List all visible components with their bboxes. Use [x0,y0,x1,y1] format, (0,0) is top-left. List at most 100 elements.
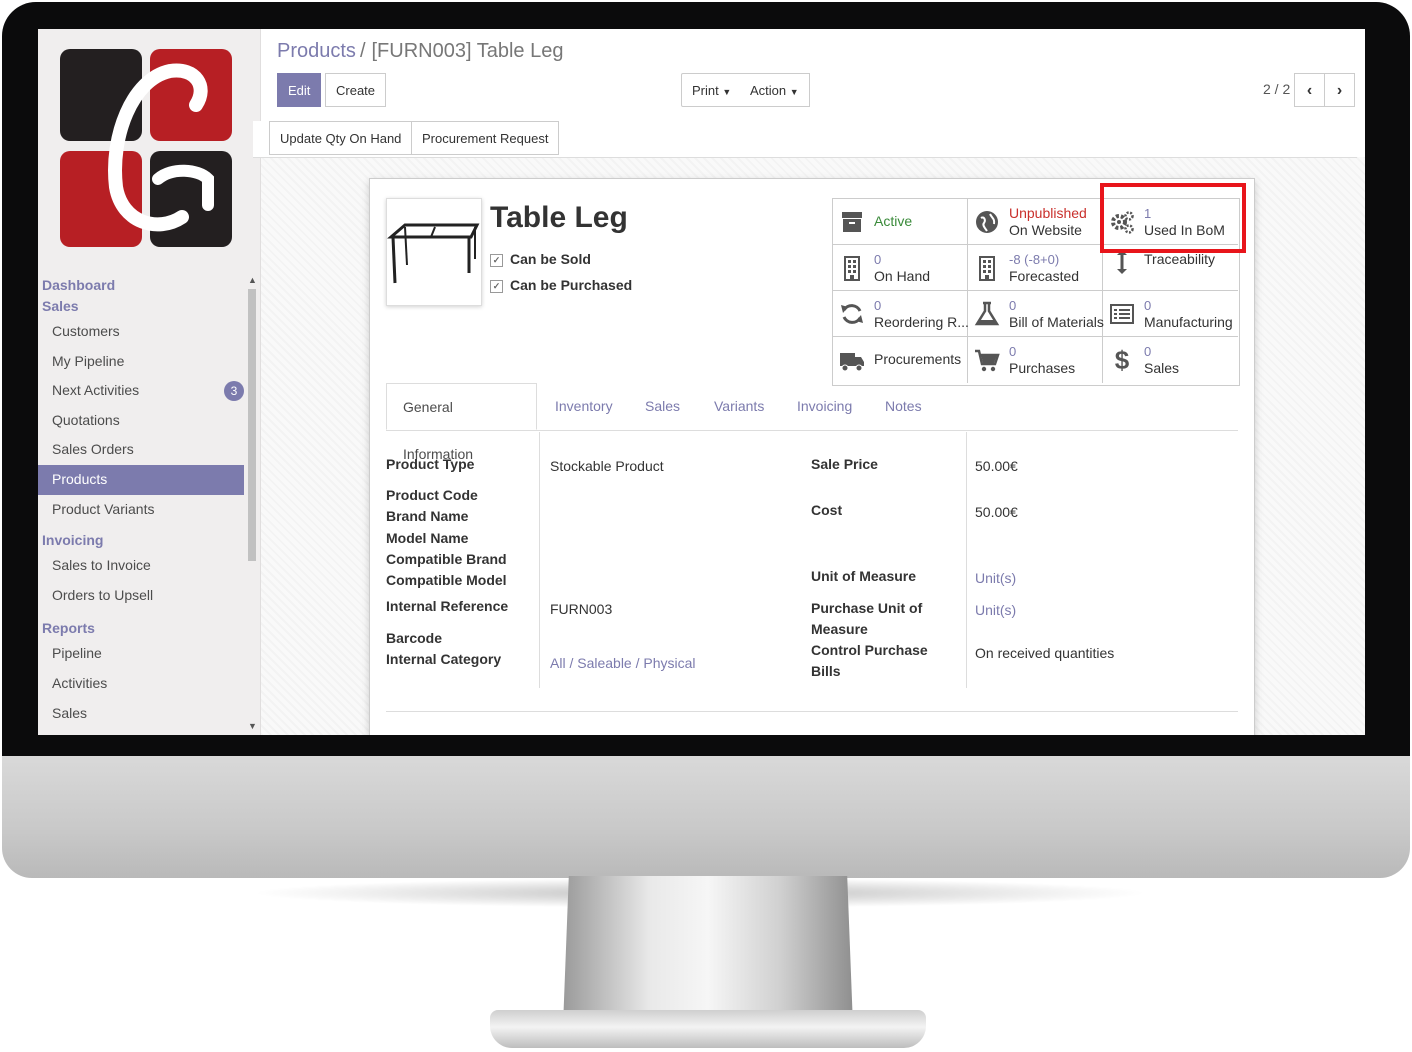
on-hand-value: 0 [874,252,882,267]
sidebar-scrollbar[interactable]: ▲ ▼ [246,275,258,735]
forecasted-label: Forecasted [1009,268,1080,284]
sidebar-item-sales-to-invoice[interactable]: Sales to Invoice [38,551,244,581]
pager-previous-button[interactable]: ‹ [1294,73,1325,107]
breadcrumb-products-link[interactable]: Products [277,40,356,62]
print-dropdown[interactable]: Print ▼ [681,73,743,107]
scrollbar-thumb[interactable] [248,289,256,561]
sales-value: 0 [1144,344,1152,359]
sidebar-section-invoicing[interactable]: Invoicing [38,530,244,551]
control-purchase-value[interactable]: On received quantities [975,645,1114,661]
create-button[interactable]: Create [325,73,387,107]
on-website-label: On Website [1009,222,1082,238]
edit-button[interactable]: Edit [277,73,322,107]
chevron-right-icon: › [1336,82,1343,99]
action-dropdown[interactable]: Action ▼ [740,73,810,107]
sidebar-item-sales-orders[interactable]: Sales Orders [38,435,244,465]
notebook-tabs: General Information Inventory Sales Vari… [386,383,1238,462]
sidebar-item-my-pipeline[interactable]: My Pipeline [38,347,244,377]
sidebar-item-products[interactable]: Products [38,464,244,495]
on-hand-label: On Hand [874,268,931,284]
purchase-uom-value[interactable]: Unit(s) [975,602,1016,618]
form-statusbar: Update Qty On Hand Procurement Request [253,121,1357,158]
product-image[interactable] [386,198,482,306]
pager-value: 2 / 2 [1263,81,1291,97]
bom-value: 0 [1009,298,1017,313]
tab-variants[interactable]: Variants [714,383,764,430]
reordering-rules-button[interactable]: 0 Reordering R... [833,291,969,337]
print-label: Print [692,83,719,98]
manufacturing-text: 0 Manufacturing [1144,297,1233,331]
internal-reference-value[interactable]: FURN003 [550,601,612,617]
sidebar-section-dashboard[interactable]: Dashboard [38,275,244,296]
breadcrumb-current: [FURN003] Table Leg [371,40,564,62]
product-name[interactable]: Table Leg [490,201,628,235]
sidebar-section-reports[interactable]: Reports [38,618,244,639]
tab-notes[interactable]: Notes [885,383,922,430]
tab-invoicing[interactable]: Invoicing [797,383,852,430]
manufacturing-button[interactable]: 0 Manufacturing [1103,291,1238,337]
update-qty-on-hand-button[interactable]: Update Qty On Hand [269,121,413,155]
purchases-value: 0 [1009,344,1017,359]
sidebar-item-sales-report[interactable]: Sales [38,699,244,729]
truck-icon [840,353,864,372]
can-be-sold-checkbox[interactable]: ✓ Can be Sold [490,251,591,267]
sidebar-item-pipeline[interactable]: Pipeline [38,639,244,669]
product-type-label: Product Type [386,456,475,472]
sidebar-item-quotations[interactable]: Quotations [38,406,244,436]
sidebar-item-label: Next Activities [52,382,140,399]
product-type-value[interactable]: Stockable Product [550,458,664,474]
can-be-sold-label: Can be Sold [510,251,591,267]
on-hand-text: 0 On Hand [874,251,930,285]
reordering-text: 0 Reordering R... [874,297,969,331]
sale-price-value[interactable]: 50.00€ [975,458,1018,474]
procurement-request-button[interactable]: Procurement Request [411,121,560,155]
reordering-value: 0 [874,298,882,313]
sidebar-item-next-activities[interactable]: Next Activities 3 [38,376,244,406]
scroll-up-arrow-icon[interactable]: ▲ [248,275,257,285]
tab-sales[interactable]: Sales [645,383,680,430]
procurements-button[interactable]: Procurements [833,337,968,383]
manufacturing-label: Manufacturing [1144,314,1233,330]
website-publish-button[interactable]: Unpublished On Website [968,199,1103,245]
internal-reference-label: Internal Reference [386,598,509,614]
internal-category-link[interactable]: All / Saleable / Physical [550,655,696,671]
bom-label: Bill of Materials [1009,314,1104,330]
right-group-divider [966,432,967,688]
on-hand-button[interactable]: 0 On Hand [833,245,968,291]
building-icon [979,256,995,281]
sidebar-item-customers[interactable]: Customers [38,317,244,347]
forecasted-button[interactable]: -8 (-8+0) Forecasted [968,245,1103,291]
form-divider [386,711,1238,712]
tab-inventory[interactable]: Inventory [555,383,613,430]
active-label: Active [874,213,913,229]
sidebar-item-activities[interactable]: Activities [38,669,244,699]
sidebar-item-orders-to-upsell[interactable]: Orders to Upsell [38,581,244,611]
uom-value[interactable]: Unit(s) [975,570,1016,586]
globe-icon [976,211,998,233]
product-code-label: Product Code [386,487,478,503]
model-name-label: Model Name [386,530,469,546]
used-in-bom-highlight-box [1100,183,1246,253]
pager-next-button[interactable]: › [1324,73,1355,107]
sales-label: Sales [1144,360,1180,376]
cost-value[interactable]: 50.00€ [975,504,1018,520]
sidebar-item-product-variants[interactable]: Product Variants [38,495,244,525]
activities-count-badge: 3 [224,381,244,402]
action-label: Action [750,83,787,98]
can-be-purchased-checkbox[interactable]: ✓ Can be Purchased [490,277,632,293]
purchase-uom-label: Purchase Unit of Measure [811,598,922,640]
active-toggle-button[interactable]: Active [833,199,968,245]
chevron-left-icon: ‹ [1306,82,1313,99]
scroll-down-arrow-icon[interactable]: ▼ [248,721,257,731]
monitor-stand-neck [563,876,853,1026]
can-be-purchased-label: Can be Purchased [510,277,633,293]
sidebar-section-sales[interactable]: Sales [38,296,244,317]
purchases-button[interactable]: 0 Purchases [968,337,1103,383]
bill-of-materials-button[interactable]: 0 Bill of Materials [968,291,1104,337]
sales-button[interactable]: $ 0 Sales [1103,337,1238,383]
breadcrumb: Products / [FURN003] Table Leg [277,40,563,63]
compatible-model-label: Compatible Model [386,572,507,588]
tab-general-information[interactable]: General Information [386,383,537,462]
internal-category-label: Internal Category [386,651,502,667]
company-logo [60,49,232,247]
